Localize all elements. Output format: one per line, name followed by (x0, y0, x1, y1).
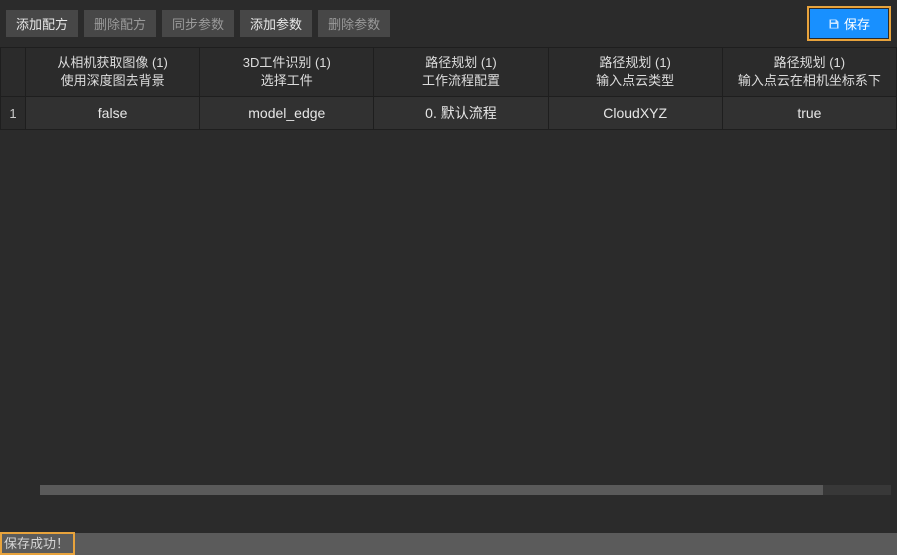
sync-params-button[interactable]: 同步参数 (162, 10, 234, 37)
delete-recipe-button[interactable]: 删除配方 (84, 10, 156, 37)
add-recipe-button[interactable]: 添加配方 (6, 10, 78, 37)
rownum-header (1, 48, 26, 97)
row-number: 1 (1, 97, 26, 130)
table-area: 从相机获取图像 (1) 使用深度图去背景 3D工件识别 (1) 选择工件 路径规… (0, 47, 897, 507)
delete-param-button[interactable]: 删除参数 (318, 10, 390, 37)
cell[interactable]: 0. 默认流程 (374, 97, 548, 130)
status-bar-fill (75, 533, 897, 555)
params-table: 从相机获取图像 (1) 使用深度图去背景 3D工件识别 (1) 选择工件 路径规… (0, 47, 897, 130)
cell[interactable]: false (26, 97, 200, 130)
save-icon (828, 18, 840, 30)
save-button[interactable]: 保存 (810, 9, 888, 38)
column-header[interactable]: 路径规划 (1) 输入点云类型 (548, 48, 722, 97)
cell[interactable]: model_edge (200, 97, 374, 130)
column-header[interactable]: 路径规划 (1) 输入点云在相机坐标系下 (722, 48, 896, 97)
status-message: 保存成功！ (0, 532, 75, 555)
status-bar: 保存成功！ (0, 531, 897, 555)
table-row[interactable]: 1 false model_edge 0. 默认流程 CloudXYZ true (1, 97, 897, 130)
column-header[interactable]: 路径规划 (1) 工作流程配置 (374, 48, 548, 97)
column-header[interactable]: 3D工件识别 (1) 选择工件 (200, 48, 374, 97)
horizontal-scrollbar[interactable] (40, 485, 891, 495)
column-header[interactable]: 从相机获取图像 (1) 使用深度图去背景 (26, 48, 200, 97)
save-button-highlight: 保存 (807, 6, 891, 41)
cell[interactable]: true (722, 97, 896, 130)
save-button-label: 保存 (844, 14, 870, 33)
toolbar: 添加配方 删除配方 同步参数 添加参数 删除参数 保存 (0, 0, 897, 47)
add-param-button[interactable]: 添加参数 (240, 10, 312, 37)
cell[interactable]: CloudXYZ (548, 97, 722, 130)
scrollbar-thumb[interactable] (40, 485, 823, 495)
